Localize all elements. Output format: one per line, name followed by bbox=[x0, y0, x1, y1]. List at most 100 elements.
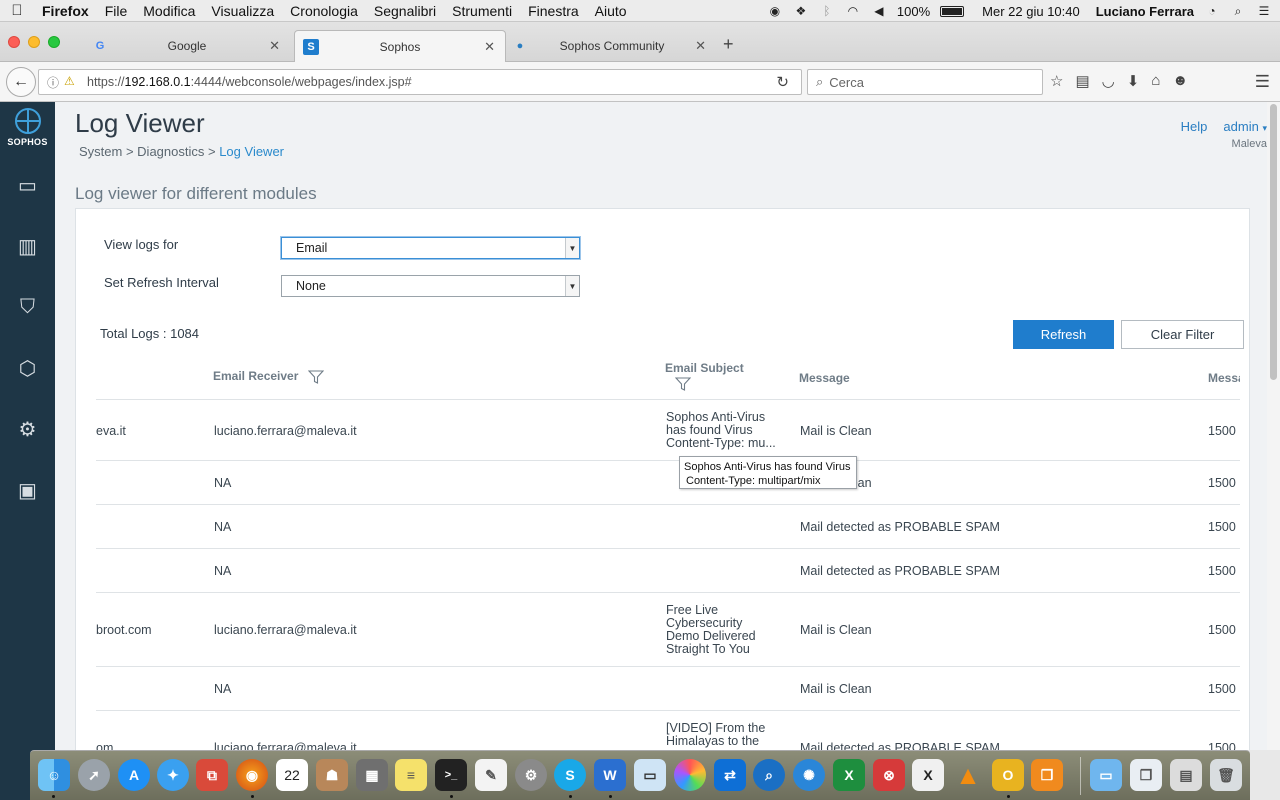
bookmark-star-icon[interactable]: ☆ bbox=[1050, 72, 1063, 90]
tab-google[interactable]: G Google ✕ bbox=[84, 30, 290, 62]
insecure-lock-icon[interactable]: ⚠ bbox=[64, 74, 75, 91]
table-row[interactable]: eva.it luciano.ferrara@maleva.it Sophos … bbox=[96, 400, 1240, 461]
new-tab-icon[interactable]: + bbox=[723, 34, 734, 55]
page-scrollbar[interactable] bbox=[1267, 102, 1280, 750]
notification-center-icon[interactable]: ☰ bbox=[1256, 4, 1272, 18]
monitor-icon[interactable]: ▭ bbox=[0, 165, 55, 205]
preferences-icon[interactable]: ⚙ bbox=[515, 759, 547, 791]
apple-menu-icon[interactable]:  bbox=[0, 2, 34, 19]
bluetooth-icon[interactable]: ᛒ bbox=[819, 4, 835, 18]
pocket-icon[interactable]: ◡ bbox=[1102, 72, 1115, 90]
table-row[interactable]: broot.com luciano.ferrara@maleva.it Free… bbox=[96, 593, 1240, 667]
filter-icon[interactable] bbox=[307, 370, 324, 384]
vlc-icon[interactable]: ▲ bbox=[952, 759, 984, 791]
reports-icon[interactable]: ▥ bbox=[0, 226, 55, 266]
info-icon[interactable]: ⓘ bbox=[47, 74, 59, 91]
network-icon[interactable]: ⧉ bbox=[196, 759, 228, 791]
appstore-icon[interactable]: A bbox=[118, 759, 150, 791]
site-info-icons[interactable]: ⓘ ⚠ bbox=[39, 74, 87, 91]
downloads-icon[interactable]: ⬇ bbox=[1127, 72, 1140, 90]
tab-sophos[interactable]: S Sophos ✕ bbox=[294, 30, 506, 62]
admin-menu[interactable]: admin ▾ bbox=[1223, 119, 1267, 134]
menu-file[interactable]: File bbox=[97, 3, 136, 19]
clear-filter-button[interactable]: Clear Filter bbox=[1121, 320, 1244, 349]
reading-list-icon[interactable]: ▤ bbox=[1075, 72, 1089, 90]
outlook-icon[interactable]: O bbox=[992, 759, 1024, 791]
dropbox-icon[interactable]: ❖ bbox=[793, 4, 809, 18]
configure-icon[interactable]: ⬡ bbox=[0, 348, 55, 388]
menu-view[interactable]: Visualizza bbox=[203, 3, 282, 19]
close-window-button[interactable] bbox=[8, 36, 20, 48]
timemachine-icon[interactable]: ◔ bbox=[1204, 4, 1220, 18]
hello-icon[interactable]: ☻ bbox=[1172, 72, 1188, 90]
breadcrumb-log-viewer[interactable]: Log Viewer bbox=[219, 144, 284, 159]
table-row[interactable]: NA Mail detected as PROBABLE SPAM 1500 bbox=[96, 505, 1240, 549]
wifi-icon[interactable]: ◠ bbox=[845, 4, 861, 18]
search-input[interactable]: ⌕ Cerca bbox=[807, 69, 1043, 95]
launchpad-icon[interactable]: ➚ bbox=[78, 759, 110, 791]
contacts-icon[interactable]: ☗ bbox=[316, 759, 348, 791]
volume-icon[interactable]: ◀ bbox=[871, 4, 887, 18]
help-link[interactable]: Help bbox=[1181, 119, 1208, 134]
view-logs-select[interactable]: Email ▼ bbox=[281, 237, 580, 259]
scrollbar-thumb[interactable] bbox=[1270, 104, 1277, 380]
documents-icon[interactable]: ❐ bbox=[1130, 759, 1162, 791]
spotlight-icon[interactable]: ⌕ bbox=[1230, 4, 1246, 18]
url-bar[interactable]: ⓘ ⚠ https://192.168.0.1:4444/webconsole/w… bbox=[38, 69, 802, 95]
search-icon[interactable]: ⌕ bbox=[753, 759, 785, 791]
home-icon[interactable]: ⌂ bbox=[1151, 72, 1160, 90]
xquartz-icon[interactable]: X bbox=[912, 759, 944, 791]
refresh-interval-select[interactable]: None ▼ bbox=[281, 275, 580, 297]
calendar-icon[interactable]: 22 bbox=[276, 759, 308, 791]
protect-icon[interactable]: ⛉ bbox=[0, 287, 55, 327]
back-button[interactable]: ← bbox=[6, 67, 36, 97]
header-email-subject[interactable]: Email Subject bbox=[665, 361, 744, 391]
menu-app-name[interactable]: Firefox bbox=[34, 3, 97, 19]
photos-icon[interactable] bbox=[674, 759, 706, 791]
header-message[interactable]: Message bbox=[799, 371, 850, 385]
downloads-icon[interactable]: ▤ bbox=[1170, 759, 1202, 791]
breadcrumb-diagnostics[interactable]: Diagnostics bbox=[137, 144, 204, 159]
firefox-icon[interactable]: ◉ bbox=[236, 759, 268, 791]
system-icon[interactable]: ⚙ bbox=[0, 409, 55, 449]
textedit-icon[interactable]: ✎ bbox=[475, 759, 507, 791]
refresh-button[interactable]: Refresh bbox=[1013, 320, 1114, 349]
trash-icon[interactable]: 🗑 bbox=[1210, 759, 1242, 791]
table-row[interactable]: NA Mail detected as PROBABLE SPAM 1500 bbox=[96, 549, 1240, 593]
teamviewer-icon[interactable]: ⇄ bbox=[714, 759, 746, 791]
calculator-icon[interactable]: ▦ bbox=[356, 759, 388, 791]
menu-edit[interactable]: Modifica bbox=[135, 3, 203, 19]
menu-help[interactable]: Aiuto bbox=[587, 3, 635, 19]
preview-icon[interactable]: ▭ bbox=[634, 759, 666, 791]
package-icon[interactable]: ▣ bbox=[0, 470, 55, 510]
books-icon[interactable]: ❒ bbox=[1031, 759, 1063, 791]
table-row[interactable]: om luciano.ferrara@maleva.it [VIDEO] Fro… bbox=[96, 711, 1240, 751]
safari-icon[interactable]: ✦ bbox=[157, 759, 189, 791]
minimize-window-button[interactable] bbox=[28, 36, 40, 48]
url-text[interactable]: https://192.168.0.1:4444/webconsole/webp… bbox=[87, 75, 412, 89]
menu-bookmarks[interactable]: Segnalibri bbox=[366, 3, 444, 19]
notes-icon[interactable]: ≡ bbox=[395, 759, 427, 791]
zoom-window-button[interactable] bbox=[48, 36, 60, 48]
user-name[interactable]: Luciano Ferrara bbox=[1096, 4, 1194, 19]
clock[interactable]: Mer 22 giu 10:40 bbox=[982, 4, 1080, 19]
battery-icon[interactable] bbox=[940, 5, 965, 17]
owl-icon[interactable]: ◉ bbox=[767, 4, 783, 18]
tab-sophos-community[interactable]: ● Sophos Community ✕ bbox=[508, 30, 716, 62]
menu-tools[interactable]: Strumenti bbox=[444, 3, 520, 19]
remote-desktop-icon[interactable]: ⊗ bbox=[873, 759, 905, 791]
table-row[interactable]: NA Mail is Clean 1500 bbox=[96, 667, 1240, 711]
network-share-icon[interactable]: ✺ bbox=[793, 759, 825, 791]
header-message-id[interactable]: Messa bbox=[1208, 371, 1240, 385]
excel-icon[interactable]: X bbox=[833, 759, 865, 791]
close-tab-icon[interactable]: ✕ bbox=[269, 38, 280, 54]
menu-hamburger-icon[interactable]: ☰ bbox=[1255, 72, 1270, 92]
breadcrumb-system[interactable]: System bbox=[79, 144, 122, 159]
close-tab-icon[interactable]: ✕ bbox=[484, 39, 495, 55]
terminal-icon[interactable]: >_ bbox=[435, 759, 467, 791]
finder-icon[interactable]: ☺ bbox=[38, 759, 70, 791]
reload-icon[interactable]: ↻ bbox=[776, 73, 789, 91]
header-email-receiver[interactable]: Email Receiver bbox=[213, 369, 324, 384]
filter-icon[interactable] bbox=[675, 377, 691, 391]
sophos-logo[interactable]: SOPHOS bbox=[0, 108, 55, 147]
